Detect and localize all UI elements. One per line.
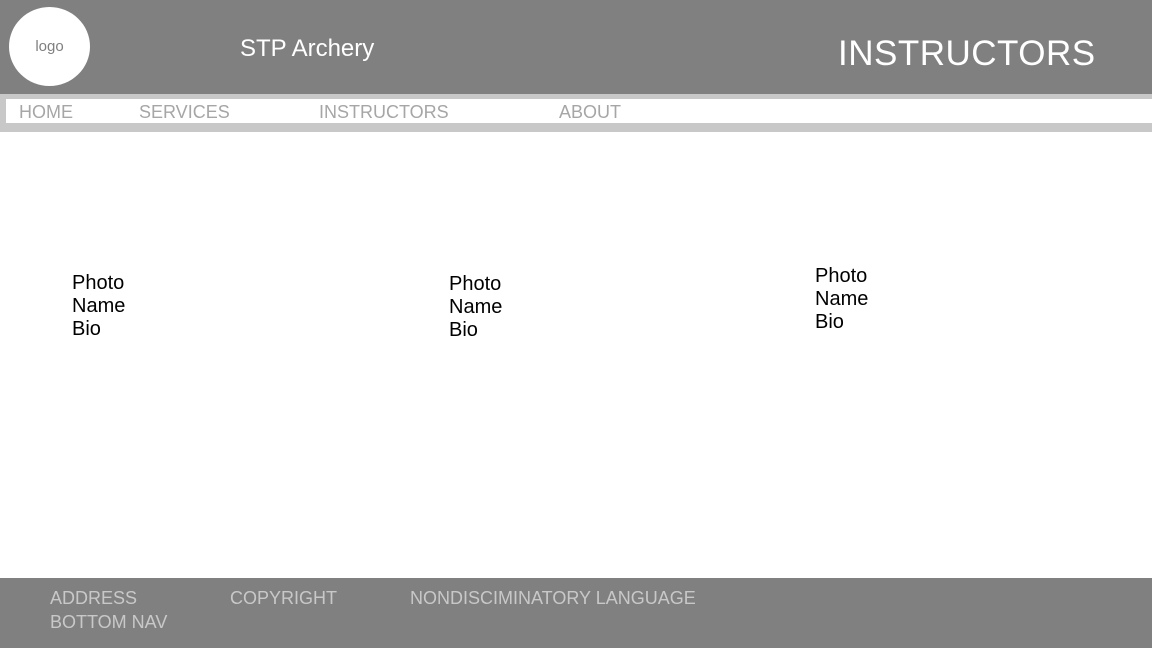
footer-nondiscriminatory-language: NONDISCIMINATORY LANGUAGE [410, 588, 696, 608]
instructor-bio: Bio [72, 318, 101, 340]
page: logo STP Archery INSTRUCTORS HOME SERVIC… [0, 0, 1152, 648]
instructor-card: Photo Name Bio [815, 265, 868, 334]
footer-address: ADDRESS [50, 588, 138, 608]
instructor-photo: Photo [449, 273, 502, 295]
instructor-name: Name [449, 296, 503, 318]
footer-copyright: COPYRIGHT [230, 588, 338, 608]
page-title: INSTRUCTORS [838, 34, 1096, 73]
instructor-name: Name [815, 288, 869, 310]
site-header: logo STP Archery INSTRUCTORS [0, 0, 1152, 94]
logo[interactable]: logo [9, 7, 90, 86]
instructor-bio: Bio [815, 311, 844, 333]
instructor-bio: Bio [449, 319, 478, 341]
nav-item-about[interactable]: ABOUT [559, 102, 621, 123]
nav-item-instructors[interactable]: INSTRUCTORS [319, 102, 449, 123]
instructor-card: Photo Name Bio [72, 272, 125, 341]
instructor-photo: Photo [72, 272, 125, 294]
nav-item-services[interactable]: SERVICES [139, 102, 230, 123]
instructor-card: Photo Name Bio [449, 273, 502, 342]
instructor-photo: Photo [815, 265, 868, 287]
logo-label: logo [35, 38, 64, 55]
nav-item-home[interactable]: HOME [19, 102, 73, 123]
footer-bottom-nav[interactable]: BOTTOM NAV [50, 612, 167, 633]
site-footer: ADDRESS COPYRIGHT NONDISCIMINATORY LANGU… [0, 578, 1152, 648]
instructor-name: Name [72, 295, 126, 317]
site-title[interactable]: STP Archery [240, 35, 374, 63]
